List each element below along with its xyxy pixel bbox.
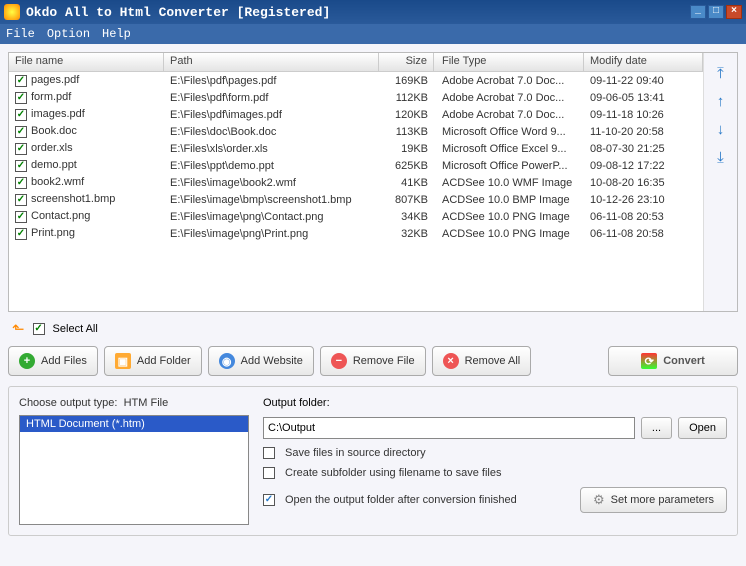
output-type-list[interactable]: HTML Document (*.htm) [19,415,249,525]
add-website-button[interactable]: ◉Add Website [208,346,314,376]
col-type[interactable]: File Type [434,53,584,71]
row-checkbox[interactable]: ✓ [15,109,27,121]
row-checkbox[interactable]: ✓ [15,143,27,155]
convert-button[interactable]: ⟳Convert [608,346,738,376]
row-checkbox[interactable]: ✓ [15,75,27,87]
browse-button[interactable]: ... [641,417,672,439]
row-checkbox[interactable]: ✓ [15,160,27,172]
remove-icon: × [443,353,459,369]
col-size[interactable]: Size [379,53,434,71]
table-row[interactable]: ✓Print.pngE:\Files\image\png\Print.png32… [9,225,703,242]
move-bottom-button[interactable]: ⤓ [712,149,730,167]
open-after-checkbox[interactable]: ✓ [263,494,275,506]
title-bar: Okdo All to Html Converter [Registered] … [0,0,746,24]
save-source-checkbox[interactable] [263,447,275,459]
output-type-item[interactable]: HTML Document (*.htm) [20,416,248,432]
reorder-toolbar: ⤒ ↑ ↓ ⤓ [703,53,737,311]
save-source-label: Save files in source directory [285,447,426,459]
table-row[interactable]: ✓Book.docE:\Files\doc\Book.doc113KBMicro… [9,123,703,140]
table-row[interactable]: ✓pages.pdfE:\Files\pdf\pages.pdf169KBAdo… [9,72,703,89]
menu-bar: File Option Help [0,24,746,44]
globe-icon: ◉ [219,353,235,369]
menu-help[interactable]: Help [102,27,131,41]
open-after-label: Open the output folder after conversion … [285,494,517,506]
col-date[interactable]: Modify date [584,53,703,71]
table-row[interactable]: ✓demo.pptE:\Files\ppt\demo.ppt625KBMicro… [9,157,703,174]
select-all-checkbox[interactable]: ✓ [33,323,45,335]
minimize-button[interactable]: _ [690,5,706,19]
open-button[interactable]: Open [678,417,727,439]
table-row[interactable]: ✓images.pdfE:\Files\pdf\images.pdf120KBA… [9,106,703,123]
move-up-button[interactable]: ↑ [712,93,730,111]
output-folder-label: Output folder: [263,397,727,409]
output-type-label: Choose output type: HTM File [19,397,249,409]
move-top-button[interactable]: ⤒ [712,65,730,83]
menu-option[interactable]: Option [47,27,90,41]
table-row[interactable]: ✓order.xlsE:\Files\xls\order.xls19KBMicr… [9,140,703,157]
table-row[interactable]: ✓Contact.pngE:\Files\image\png\Contact.p… [9,208,703,225]
create-subfolder-label: Create subfolder using filename to save … [285,467,501,479]
folder-icon: ▣ [115,353,131,369]
window-title: Okdo All to Html Converter [Registered] [26,5,690,20]
maximize-button[interactable]: □ [708,5,724,19]
move-down-button[interactable]: ↓ [712,121,730,139]
menu-file[interactable]: File [6,27,35,41]
remove-all-button[interactable]: ×Remove All [432,346,532,376]
output-folder-input[interactable] [263,417,635,439]
set-more-parameters-button[interactable]: ⚙Set more parameters [580,487,727,513]
file-list-panel: File name Path Size File Type Modify dat… [8,52,738,312]
col-name[interactable]: File name [9,53,164,71]
col-path[interactable]: Path [164,53,379,71]
gear-icon: ⚙ [593,492,605,508]
app-icon [4,4,20,20]
row-checkbox[interactable]: ✓ [15,228,27,240]
plus-icon: + [19,353,35,369]
row-checkbox[interactable]: ✓ [15,126,27,138]
file-header: File name Path Size File Type Modify dat… [9,53,703,72]
table-row[interactable]: ✓form.pdfE:\Files\pdf\form.pdf112KBAdobe… [9,89,703,106]
row-checkbox[interactable]: ✓ [15,177,27,189]
up-folder-icon[interactable]: ⬑ [12,320,25,338]
add-folder-button[interactable]: ▣Add Folder [104,346,202,376]
remove-file-button[interactable]: −Remove File [320,346,426,376]
select-all-label: Select All [53,323,98,335]
row-checkbox[interactable]: ✓ [15,92,27,104]
table-row[interactable]: ✓screenshot1.bmpE:\Files\image\bmp\scree… [9,191,703,208]
row-checkbox[interactable]: ✓ [15,194,27,206]
add-files-button[interactable]: +Add Files [8,346,98,376]
table-row[interactable]: ✓book2.wmfE:\Files\image\book2.wmf41KBAC… [9,174,703,191]
create-subfolder-checkbox[interactable] [263,467,275,479]
minus-icon: − [331,353,347,369]
row-checkbox[interactable]: ✓ [15,211,27,223]
close-button[interactable]: × [726,5,742,19]
convert-icon: ⟳ [641,353,657,369]
